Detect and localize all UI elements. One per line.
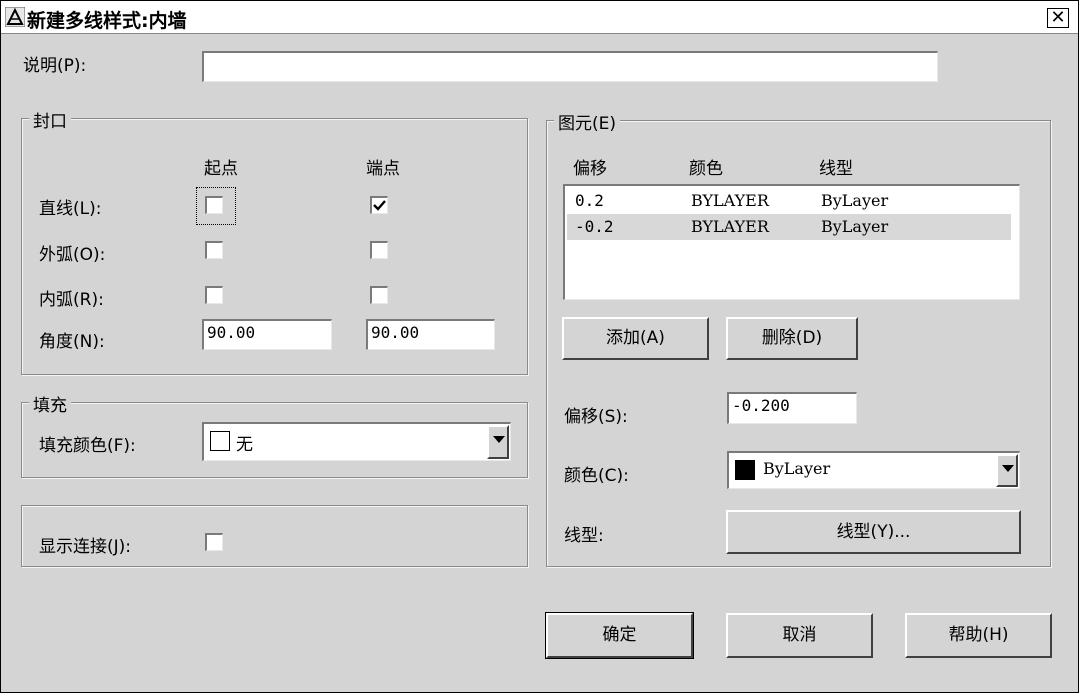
description-input[interactable] (202, 51, 938, 82)
fill-color-dropdown-button[interactable] (487, 425, 509, 459)
ok-button[interactable]: 确定 (545, 612, 694, 659)
help-button[interactable]: 帮助(H) (905, 613, 1052, 658)
fill-color-swatch (210, 431, 230, 451)
fill-group-label: 填充 (29, 391, 71, 416)
cap-inner-arc-end-checkbox[interactable] (370, 286, 388, 304)
elements-linetype-header[interactable]: 线型 (819, 154, 853, 179)
caps-start-header: 起点 (204, 159, 238, 179)
joints-checkbox[interactable] (205, 533, 223, 551)
add-element-button[interactable]: 添加(A) (562, 317, 709, 360)
element-offset: 0.2 (575, 191, 604, 210)
element-color: BYLAYER (691, 191, 769, 210)
cap-angle-label: 角度(N): (39, 332, 105, 352)
multiline-style-dialog: 新建多线样式:内墙 ✕ 说明(P): 封口 起点 端点 直线(L): 外弧(O)… (0, 0, 1079, 693)
element-color-label: 颜色(C): (564, 466, 629, 486)
fill-color-dropdown[interactable]: 无 (202, 422, 511, 461)
list-item[interactable]: 0.2 BYLAYER ByLayer (567, 188, 1011, 214)
title-bar: 新建多线样式:内墙 ✕ (1, 1, 1078, 34)
elements-color-header[interactable]: 颜色 (689, 154, 723, 179)
cap-inner-arc-start-checkbox[interactable] (205, 286, 223, 304)
chevron-down-icon (1002, 465, 1014, 472)
cap-line-label: 直线(L): (39, 199, 102, 219)
angle-start-input[interactable]: 90.00 (202, 319, 332, 350)
cap-inner-arc-label: 内弧(R): (39, 290, 104, 310)
elements-group-label: 图元(E) (554, 109, 621, 134)
cap-outer-arc-start-checkbox[interactable] (205, 241, 223, 259)
element-linetype: ByLayer (821, 217, 889, 236)
window-title: 新建多线样式:内墙 (27, 10, 187, 32)
close-button[interactable]: ✕ (1047, 8, 1069, 28)
angle-end-input[interactable]: 90.00 (366, 319, 495, 350)
cancel-button[interactable]: 取消 (726, 613, 873, 658)
cap-line-start-checkbox[interactable] (205, 196, 223, 214)
fill-color-value: 无 (236, 435, 253, 455)
cap-line-end-checkbox[interactable] (370, 196, 388, 214)
elements-offset-header[interactable]: 偏移 (573, 154, 607, 179)
description-label: 说明(P): (23, 56, 87, 76)
element-color-value: ByLayer (763, 459, 831, 478)
close-icon: ✕ (1050, 7, 1066, 28)
list-item-selected[interactable]: -0.2 BYLAYER ByLayer (567, 214, 1011, 240)
element-offset: -0.2 (575, 217, 614, 236)
element-linetype-label: 线型: (564, 526, 604, 546)
element-color-swatch (735, 460, 755, 480)
element-color-dropdown[interactable]: ByLayer (727, 451, 1020, 489)
element-linetype: ByLayer (821, 191, 889, 210)
element-offset-input[interactable]: -0.200 (727, 392, 857, 424)
element-offset-label: 偏移(S): (564, 407, 628, 427)
cap-outer-arc-end-checkbox[interactable] (370, 241, 388, 259)
chevron-down-icon (493, 436, 505, 443)
cap-outer-arc-label: 外弧(O): (39, 245, 106, 265)
element-color: BYLAYER (691, 217, 769, 236)
caps-group-label: 封口 (29, 107, 71, 132)
linetype-button[interactable]: 线型(Y)... (726, 510, 1021, 554)
delete-element-button[interactable]: 删除(D) (726, 317, 858, 360)
autocad-logo-icon (5, 7, 25, 27)
joints-label: 显示连接(J): (39, 537, 132, 557)
checkmark-icon (373, 200, 386, 211)
caps-end-header: 端点 (366, 159, 400, 179)
element-color-dropdown-button[interactable] (996, 454, 1018, 487)
fill-color-label: 填充颜色(F): (39, 436, 136, 456)
elements-list[interactable]: 0.2 BYLAYER ByLayer -0.2 BYLAYER ByLayer (563, 184, 1020, 300)
